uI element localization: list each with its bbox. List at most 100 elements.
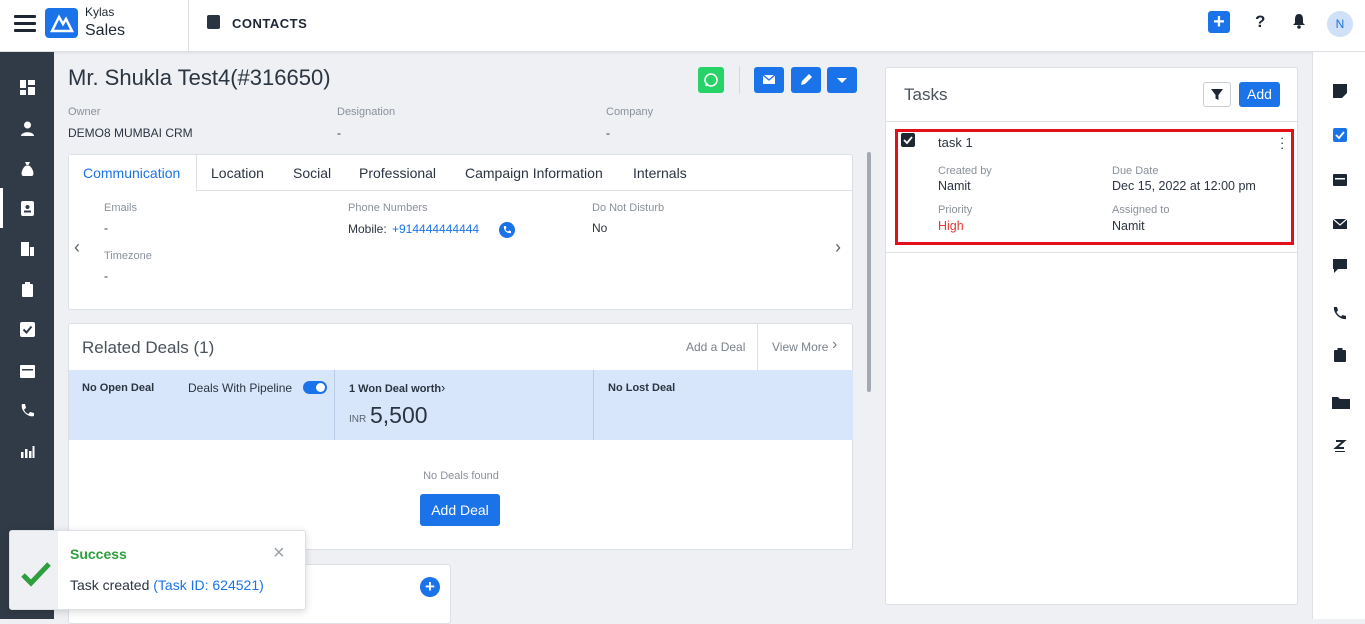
- contact-name: Mr. Shukla Test4(#316650): [68, 65, 331, 90]
- money-bag-icon[interactable]: [20, 161, 35, 176]
- company-label: Company: [606, 106, 654, 118]
- calendar-icon[interactable]: [20, 363, 35, 378]
- task-checkbox[interactable]: [901, 133, 915, 147]
- report-icon[interactable]: [20, 444, 35, 459]
- contacts-nav-icon[interactable]: [20, 201, 35, 216]
- checkmark-icon: [21, 562, 51, 587]
- tab-professional[interactable]: Professional: [359, 165, 436, 181]
- related-deals-title: Related Deals (1): [82, 338, 215, 357]
- tab-location[interactable]: Location: [211, 165, 264, 181]
- add-circle-button[interactable]: +: [420, 577, 440, 597]
- chevron-right-icon[interactable]: ›: [835, 237, 841, 258]
- whatsapp-button[interactable]: [698, 67, 724, 93]
- tasks-icon[interactable]: [1333, 128, 1347, 142]
- help-icon[interactable]: ?: [1255, 12, 1265, 32]
- phone-call-icon: [503, 226, 511, 234]
- due-date-label: Due Date: [1112, 165, 1159, 177]
- scrollbar[interactable]: [867, 152, 871, 392]
- phone-icon[interactable]: [20, 403, 35, 418]
- close-icon[interactable]: ×: [273, 543, 285, 563]
- add-task-button[interactable]: Add: [1239, 82, 1280, 107]
- emails-label: Emails: [104, 202, 138, 214]
- toast-icon-area: [10, 531, 58, 609]
- won-deals-label[interactable]: 1 Won Deal worth: [349, 383, 441, 395]
- add-deal-link[interactable]: Add a Deal: [686, 340, 745, 354]
- timezone-label: Timezone: [104, 250, 152, 262]
- call-phone-button[interactable]: [499, 222, 515, 238]
- actions-divider: [739, 66, 740, 94]
- caret-down-icon: [837, 78, 847, 83]
- tasks-title: Tasks: [904, 85, 948, 104]
- header-divider: [188, 0, 189, 52]
- tab-communication[interactable]: Communication: [83, 165, 180, 181]
- more-actions-button[interactable]: [827, 67, 857, 93]
- assigned-to-value: Namit: [1112, 219, 1145, 233]
- bell-icon[interactable]: [1292, 13, 1306, 29]
- zendesk-icon[interactable]: [1333, 439, 1347, 453]
- phone-link[interactable]: +914444444444: [392, 222, 479, 236]
- check-icon: [903, 136, 913, 145]
- kebab-menu-icon[interactable]: · · ·: [1280, 131, 1284, 154]
- brand-name: Kylas: [85, 5, 115, 19]
- menu-icon[interactable]: [14, 15, 36, 35]
- chat-icon[interactable]: [1333, 259, 1347, 273]
- designation-value: -: [337, 126, 341, 140]
- tab-bar: Communication Location Social Profession…: [69, 155, 852, 191]
- owner-label: Owner: [68, 106, 101, 118]
- dnd-value: No: [592, 221, 608, 235]
- pipeline-label: Deals With Pipeline: [188, 381, 293, 395]
- user-icon[interactable]: [20, 121, 35, 136]
- active-nav-indicator: [0, 188, 3, 228]
- tab-social[interactable]: Social: [293, 165, 331, 181]
- filter-icon: [1211, 89, 1223, 100]
- assigned-to-label: Assigned to: [1112, 204, 1170, 216]
- brand-product: Sales: [85, 22, 126, 39]
- created-by-label: Created by: [938, 165, 992, 177]
- call-icon[interactable]: [1333, 306, 1347, 320]
- pipeline-toggle[interactable]: [303, 381, 327, 394]
- view-more-link[interactable]: View More: [772, 340, 828, 354]
- designation-label: Designation: [337, 106, 396, 118]
- emails-value: -: [104, 221, 108, 235]
- chevron-left-icon[interactable]: ‹: [74, 237, 80, 258]
- clipboard-icon[interactable]: [20, 282, 35, 297]
- company-icon[interactable]: [20, 241, 35, 256]
- contacts-icon: [207, 15, 220, 29]
- phone-type: Mobile:: [348, 222, 387, 236]
- company-value: -: [606, 126, 610, 140]
- kylas-logo[interactable]: [45, 8, 78, 38]
- task-card[interactable]: task 1 · · · Created by Namit Due Date Dec…: [895, 129, 1294, 245]
- header-divider: [757, 324, 758, 370]
- toast-message-text: Task created: [70, 577, 150, 593]
- empty-deals-text: No Deals found: [423, 470, 499, 482]
- chevron-right-icon[interactable]: ›: [441, 380, 445, 395]
- related-deals-card: Related Deals (1) Add a Deal View More ›…: [68, 323, 853, 550]
- email-icon[interactable]: [1332, 217, 1348, 231]
- task-name[interactable]: task 1: [938, 135, 973, 150]
- dashboard-icon[interactable]: [20, 80, 35, 95]
- chevron-right-icon[interactable]: ›: [832, 336, 837, 354]
- task-id-link[interactable]: (Task ID: 624521): [153, 577, 264, 593]
- user-avatar[interactable]: N: [1327, 11, 1353, 37]
- tasks-panel: Tasks Add task 1 · · · Created by Namit Du…: [885, 67, 1298, 605]
- tab-internals[interactable]: Internals: [633, 165, 687, 181]
- add-deal-button[interactable]: Add Deal: [420, 494, 500, 526]
- folder-icon[interactable]: [1332, 395, 1350, 409]
- quote-icon[interactable]: [1333, 348, 1347, 362]
- toast-message: Task created (Task ID: 624521): [70, 577, 264, 593]
- tasks-nav-icon[interactable]: [20, 322, 35, 337]
- deal-stats-bar: [69, 370, 853, 440]
- notes-icon[interactable]: [1333, 84, 1347, 98]
- email-button[interactable]: [754, 67, 784, 93]
- calendar-icon[interactable]: [1333, 172, 1347, 186]
- edit-button[interactable]: [791, 67, 821, 93]
- tab-campaign-information[interactable]: Campaign Information: [465, 165, 603, 181]
- details-tabs-card: Communication Location Social Profession…: [68, 154, 853, 310]
- quick-add-button[interactable]: +: [1208, 11, 1230, 33]
- filter-button[interactable]: [1203, 82, 1231, 107]
- tasks-header-divider: [886, 121, 1297, 122]
- timezone-value: -: [104, 269, 108, 283]
- owner-value: DEMO8 MUMBAI CRM: [68, 126, 193, 140]
- won-amount: 5,500: [370, 402, 428, 428]
- envelope-icon: [762, 74, 776, 84]
